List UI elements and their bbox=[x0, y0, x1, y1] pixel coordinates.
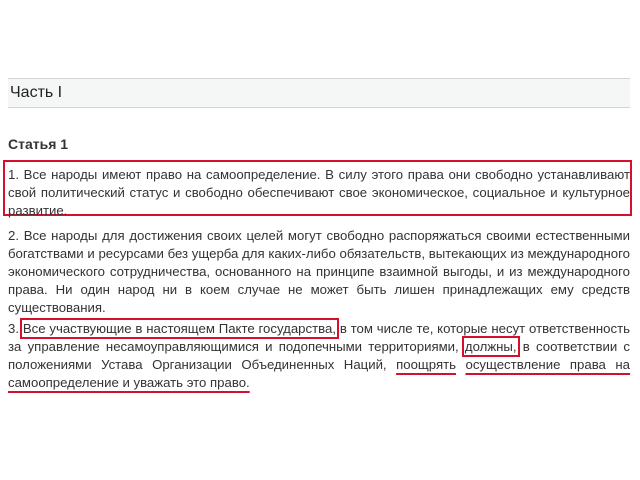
paragraph-3: 3. Все участвующие в настоящем Пакте гос… bbox=[8, 318, 630, 392]
paragraph-2: 2. Все народы для достижения своих целей… bbox=[8, 228, 630, 315]
underlined-word-promote: поощрять bbox=[396, 357, 456, 372]
highlighted-word-must: должны, bbox=[461, 336, 520, 357]
section-title: Часть I bbox=[10, 84, 63, 101]
paragraph-3-number: 3. bbox=[8, 321, 23, 336]
section-header: Часть I bbox=[8, 78, 630, 108]
paragraph-3-text-3 bbox=[456, 357, 466, 372]
article-title: Статья 1 bbox=[8, 136, 69, 152]
highlighted-phrase-states: Все участвующие в настоящем Пакте госуда… bbox=[19, 318, 339, 339]
paragraph-1: 1. Все народы имеют право на самоопредел… bbox=[8, 167, 630, 218]
